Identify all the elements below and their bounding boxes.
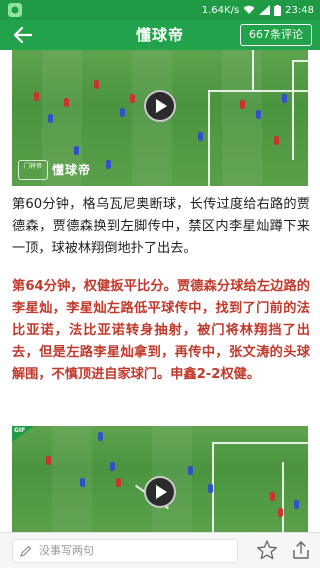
status-bar: 1.64K/s 23:48 bbox=[0, 0, 320, 20]
article-content[interactable]: 门将帝 懂球帝 第60分钟，格乌瓦尼奥断球，长传过度给右路的贾德森，贾德森换到左… bbox=[0, 50, 320, 532]
comment-placeholder: 没事写两句 bbox=[39, 544, 94, 557]
back-button[interactable] bbox=[12, 24, 34, 46]
article-paragraph-highlight: 第64分钟，权健扳平比分。贾德森分球给左边路的李星灿，李星灿左路低平球传中，找到… bbox=[12, 279, 310, 382]
pencil-icon bbox=[20, 545, 32, 557]
app-notification-icon bbox=[8, 3, 22, 17]
network-speed: 1.64K/s bbox=[201, 4, 240, 16]
clock: 23:48 bbox=[285, 4, 314, 16]
arrow-left-icon bbox=[14, 27, 32, 43]
wifi-icon bbox=[243, 5, 255, 14]
watermark-logo: 门将帝 bbox=[18, 160, 48, 180]
favorite-button[interactable] bbox=[256, 539, 278, 561]
bottom-bar: 没事写两句 bbox=[0, 532, 320, 568]
signal-icon bbox=[259, 5, 271, 15]
star-icon bbox=[257, 540, 277, 560]
play-button[interactable] bbox=[144, 476, 176, 508]
battery-icon bbox=[274, 4, 282, 16]
watermark-text: 懂球帝 bbox=[52, 163, 92, 177]
video-player-1[interactable]: 门将帝 懂球帝 bbox=[12, 50, 308, 186]
gif-player[interactable]: GIF bbox=[12, 426, 308, 532]
play-icon bbox=[156, 485, 167, 499]
play-button[interactable] bbox=[144, 90, 176, 122]
comments-button[interactable]: 667条评论 bbox=[240, 24, 312, 46]
article-paragraph: 第60分钟，格乌瓦尼奥断球，长传过度给右路的贾德森，贾德森换到左脚传中，禁区内李… bbox=[12, 197, 310, 256]
app-bar: 懂球帝 667条评论 bbox=[0, 20, 320, 50]
share-button[interactable] bbox=[290, 539, 312, 561]
play-icon bbox=[156, 99, 167, 113]
comment-input[interactable]: 没事写两句 bbox=[12, 539, 238, 563]
share-icon bbox=[293, 541, 309, 559]
